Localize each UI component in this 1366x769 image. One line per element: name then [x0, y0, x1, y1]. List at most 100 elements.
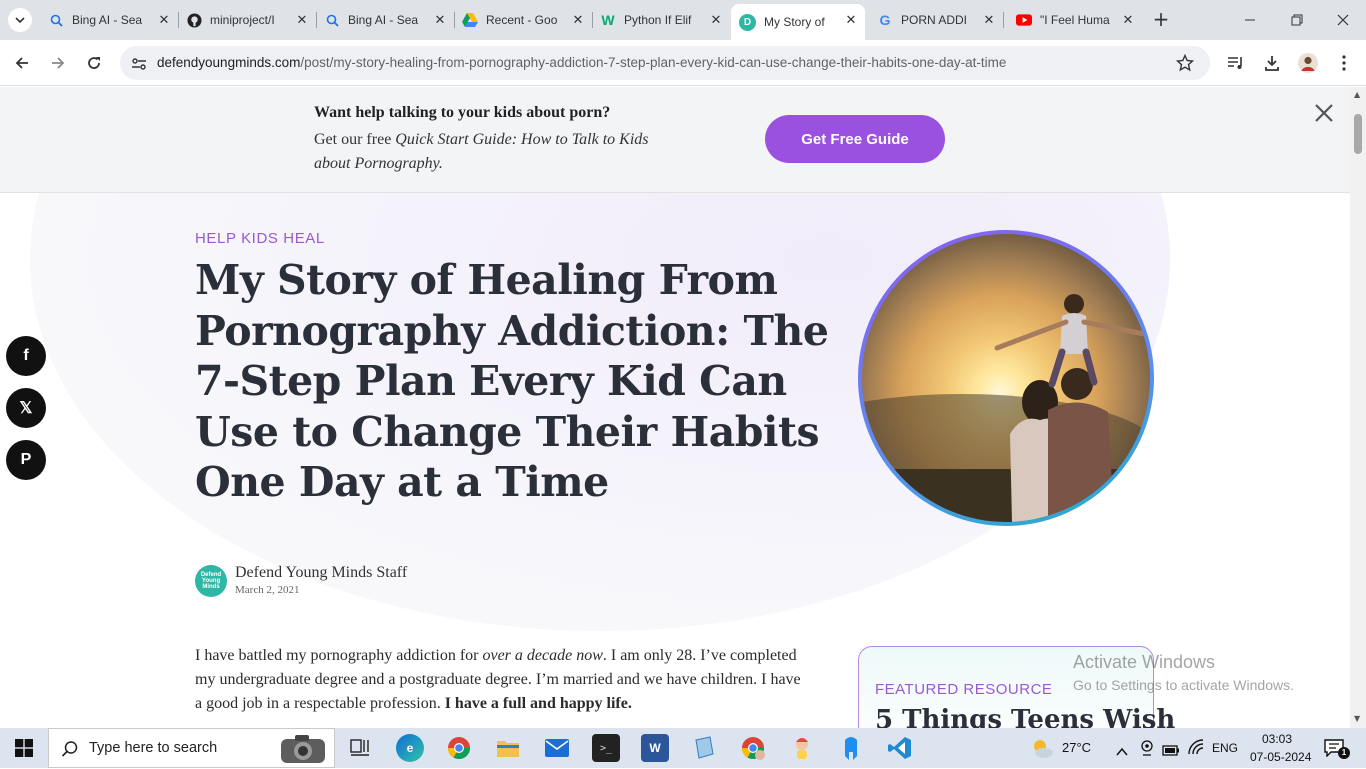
close-tab-icon[interactable]: ✕ — [981, 12, 997, 28]
body-italic: over a decade now — [482, 647, 603, 664]
dym-favicon-icon: D — [739, 13, 756, 31]
game-character-icon[interactable] — [788, 734, 816, 762]
weather-temperature[interactable]: 27°C — [1062, 740, 1091, 755]
close-window-button[interactable] — [1331, 8, 1355, 32]
article-body-paragraph: I have battled my pornography addiction … — [195, 644, 805, 716]
terminal-icon[interactable]: >_ — [592, 734, 620, 762]
promo-question: Want help talking to your kids about por… — [314, 104, 611, 121]
notification-badge: 1 — [1338, 747, 1350, 759]
avatar-icon — [1298, 53, 1318, 73]
author-name[interactable]: Defend Young Minds Staff — [235, 564, 407, 582]
site-info-icon[interactable] — [131, 56, 147, 75]
more-vertical-icon — [1342, 55, 1346, 71]
close-tab-icon[interactable]: ✕ — [1120, 12, 1136, 28]
profile-avatar-button[interactable] — [1296, 51, 1320, 75]
back-button[interactable] — [10, 51, 34, 75]
windows-logo-icon — [15, 739, 33, 757]
share-x-button[interactable]: 𝕏 — [6, 388, 46, 428]
tab-title: miniproject/I — [210, 13, 275, 27]
google-icon: G — [879, 12, 891, 28]
scrollbar-thumb[interactable] — [1354, 114, 1362, 154]
clock-date[interactable]: 07-05-2024 — [1250, 750, 1311, 764]
new-tab-button[interactable]: + — [1150, 8, 1172, 30]
search-placeholder: Type here to search — [89, 740, 218, 756]
word-icon[interactable]: W — [641, 734, 669, 762]
get-free-guide-button[interactable]: Get Free Guide — [765, 115, 945, 163]
close-tab-icon[interactable]: ✕ — [570, 12, 586, 28]
tab-w3schools[interactable]: W Python If Elif ✕ — [592, 6, 730, 34]
body-bold: I have a full and happy life. — [444, 695, 632, 712]
tab-google-search[interactable]: G PORN ADDIC ✕ — [869, 6, 1004, 34]
tab-bing-ai-1[interactable]: Bing AI - Sea ✕ — [40, 6, 179, 34]
close-tab-icon[interactable]: ✕ — [708, 12, 724, 28]
github-icon — [186, 12, 202, 28]
reload-button[interactable] — [82, 51, 106, 75]
tab-title: My Story of — [764, 15, 825, 29]
media-control-button[interactable] — [1224, 51, 1248, 75]
browser-menu-button[interactable] — [1332, 51, 1356, 75]
page-scrollbar[interactable]: ▲ ▼ — [1350, 87, 1366, 728]
start-button[interactable] — [0, 728, 48, 768]
file-explorer-icon[interactable] — [494, 734, 522, 762]
w3schools-icon: W — [601, 12, 615, 28]
minimize-button[interactable] — [1238, 8, 1262, 32]
chrome-active-icon[interactable] — [739, 734, 767, 762]
close-tab-icon[interactable]: ✕ — [294, 12, 310, 28]
search-icon — [48, 12, 64, 28]
app-blue-figure-icon[interactable] — [837, 734, 865, 762]
tab-search-button[interactable] — [8, 8, 32, 32]
close-tab-icon[interactable]: ✕ — [843, 12, 859, 28]
tab-strip: Bing AI - Sea ✕ miniproject/I ✕ Bing AI … — [0, 0, 1366, 40]
tab-title: PORN ADDIC — [901, 13, 967, 27]
input-language[interactable]: ENG — [1212, 741, 1238, 755]
close-banner-button[interactable] — [1312, 101, 1336, 125]
tab-title: Bing AI - Sea — [72, 13, 143, 27]
search-icon — [61, 741, 78, 757]
author-avatar: Defend Young Minds — [195, 565, 227, 597]
article-category-link[interactable]: HELP KIDS HEAL — [195, 230, 325, 247]
show-hidden-icons-icon[interactable] — [1116, 742, 1128, 761]
close-tab-icon[interactable]: ✕ — [432, 12, 448, 28]
weather-icon[interactable] — [1030, 736, 1054, 764]
arrow-left-icon — [15, 57, 28, 69]
taskbar-search-box[interactable]: Type here to search — [48, 728, 335, 768]
task-view-icon[interactable] — [346, 734, 374, 762]
featured-label: FEATURED RESOURCE — [875, 681, 1053, 698]
edge-browser-icon[interactable]: e — [396, 734, 424, 762]
youtube-icon — [1016, 12, 1032, 28]
share-facebook-button[interactable]: f — [6, 336, 46, 376]
close-tab-icon[interactable]: ✕ — [156, 12, 172, 28]
battery-icon[interactable] — [1162, 741, 1180, 760]
snipping-tool-icon[interactable] — [690, 734, 718, 762]
restore-button[interactable] — [1285, 8, 1309, 32]
clock-time[interactable]: 03:03 — [1262, 732, 1292, 746]
scroll-up-icon[interactable]: ▲ — [1354, 91, 1362, 99]
address-bar[interactable]: defendyoungminds.com/post/my-story-heali… — [120, 46, 1210, 80]
vscode-icon[interactable] — [886, 734, 914, 762]
tab-separator — [1003, 12, 1004, 28]
family-sunset-photo — [862, 234, 1150, 522]
close-icon — [1315, 104, 1333, 122]
tab-github[interactable]: miniproject/I ✕ — [178, 6, 317, 34]
tab-active-my-story[interactable]: D My Story of ✕ — [731, 4, 865, 40]
tab-youtube[interactable]: "I Feel Huma ✕ — [1008, 6, 1142, 34]
tab-title: "I Feel Huma — [1040, 13, 1110, 27]
web-page: Want help talking to your kids about por… — [0, 87, 1350, 728]
publish-date: March 2, 2021 — [235, 584, 300, 596]
chrome-icon[interactable] — [445, 734, 473, 762]
arrow-right-icon — [52, 57, 65, 69]
bookmark-star-icon[interactable] — [1175, 53, 1195, 76]
webcam-icon[interactable] — [1140, 740, 1154, 760]
tab-bing-ai-2[interactable]: Bing AI - Sea ✕ — [316, 6, 455, 34]
forward-button[interactable] — [46, 51, 70, 75]
share-pinterest-button[interactable]: P — [6, 440, 46, 480]
x-logo-icon: 𝕏 — [19, 400, 33, 417]
scroll-down-icon[interactable]: ▼ — [1354, 715, 1362, 723]
wifi-icon[interactable] — [1188, 739, 1204, 759]
mail-icon[interactable] — [543, 734, 571, 762]
downloads-button[interactable] — [1260, 51, 1284, 75]
tab-google-drive[interactable]: Recent - Goo ✕ — [454, 6, 593, 34]
close-icon — [1337, 14, 1349, 26]
hero-image — [858, 230, 1154, 526]
activate-windows-title: Activate Windows — [1073, 652, 1216, 672]
